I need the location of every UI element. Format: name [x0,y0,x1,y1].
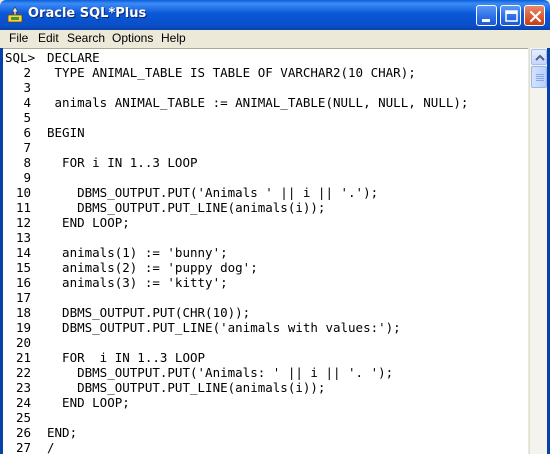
menu-file[interactable]: File [7,31,30,45]
minimize-button[interactable] [476,5,497,26]
line-text: DBMS_OUTPUT.PUT_LINE('animals with value… [47,320,401,335]
line-text: END; [47,425,78,440]
menu-bar: File Edit Search Options Help [0,30,550,48]
line-prompt: 17 [15,290,31,305]
line-text: END LOOP; [47,215,130,230]
maximize-icon [505,10,518,22]
maximize-button[interactable] [500,5,521,26]
close-button[interactable] [524,5,545,26]
line-text: DBMS_OUTPUT.PUT_LINE(animals(i)); [47,200,326,215]
line-text: DBMS_OUTPUT.PUT('Animals ' || i || '.'); [47,185,379,200]
title-bar[interactable]: Oracle SQL*Plus [0,0,550,30]
line-text: / [47,440,55,454]
line-prompt: 3 [23,80,31,95]
line-prompt: 23 [15,380,31,395]
line-prompt: 8 [23,155,31,170]
line-prompt: 5 [23,110,31,125]
scroll-up-button[interactable] [531,49,547,65]
line-text: END LOOP; [47,395,130,410]
window-title: Oracle SQL*Plus [28,6,147,21]
menu-edit[interactable]: Edit [36,31,61,45]
close-icon [529,10,542,23]
line-prompt: 27 [15,440,31,454]
menu-options[interactable]: Options [110,31,155,45]
sqlplus-window: Oracle SQL*Plus File Edit Search Options… [0,0,550,454]
line-prompt: 15 [15,260,31,275]
line-text: DBMS_OUTPUT.PUT_LINE(animals(i)); [47,380,326,395]
line-text: animals(3) := 'kitty'; [47,275,228,290]
line-prompt: 13 [15,230,31,245]
line-text: FOR i IN 1..3 LOOP [47,155,198,170]
line-prompt: 9 [23,170,31,185]
line-text: DECLARE [47,50,100,65]
line-prompt: 11 [15,200,31,215]
line-prompt: 12 [15,215,31,230]
line-text: animals(2) := 'puppy dog'; [47,260,258,275]
line-text: DBMS_OUTPUT.PUT(CHR(10)); [47,305,251,320]
line-text: FOR i IN 1..3 LOOP [47,350,206,365]
menu-help[interactable]: Help [159,31,188,45]
line-prompt: SQL> [5,50,36,65]
line-prompt: 26 [15,425,31,440]
console-output[interactable]: SQL> DECLARE 2 TYPE ANIMAL_TABLE IS TABLE … [3,48,528,454]
line-text: BEGIN [47,125,85,140]
oracle-plus-icon[interactable] [6,6,24,24]
line-prompt: 14 [15,245,31,260]
line-prompt: 22 [15,365,31,380]
line-text: animals ANIMAL_TABLE := ANIMAL_TABLE(NUL… [47,95,469,110]
line-text: animals(1) := 'bunny'; [47,245,228,260]
line-prompt: 19 [15,320,31,335]
line-prompt: 10 [15,185,31,200]
line-prompt: 16 [15,275,31,290]
scroll-up-arrow-icon [535,54,545,61]
line-prompt: 4 [23,95,31,110]
line-prompt: 18 [15,305,31,320]
vertical-scrollbar[interactable] [529,48,547,454]
line-prompt: 2 [23,65,31,80]
line-prompt: 21 [15,350,31,365]
line-prompt: 24 [15,395,31,410]
line-prompt: 6 [23,125,31,140]
line-text: DBMS_OUTPUT.PUT('Animals: ' || i || '. '… [47,365,394,380]
line-prompt: 25 [15,410,31,425]
minimize-icon [482,19,490,22]
menu-search[interactable]: Search [65,31,107,45]
line-prompt: 7 [23,140,31,155]
scroll-thumb[interactable] [531,66,547,88]
line-prompt: 20 [15,335,31,350]
line-text: TYPE ANIMAL_TABLE IS TABLE OF VARCHAR2(1… [47,65,416,80]
